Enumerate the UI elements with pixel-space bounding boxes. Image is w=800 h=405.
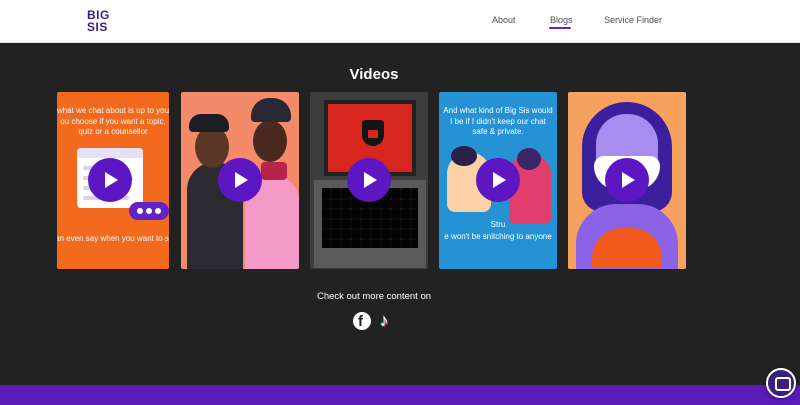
logo-line-2: SIS <box>87 20 108 34</box>
more-content-text: Check out more content on <box>316 291 432 302</box>
footer-bar <box>0 385 800 405</box>
chat-bubble-illustration <box>129 202 169 220</box>
chat-bubble-icon[interactable] <box>766 368 796 398</box>
video-4-caption-top: And what kind of Big Sis would I be if I… <box>443 106 553 136</box>
nav-active-indicator <box>549 27 571 29</box>
video-card-4[interactable]: And what kind of Big Sis would I be if I… <box>439 92 557 269</box>
big-sis-logo[interactable]: BIG SIS <box>87 9 113 33</box>
play-icon[interactable] <box>605 158 649 202</box>
play-icon[interactable] <box>347 158 391 202</box>
play-icon[interactable] <box>476 158 520 202</box>
video-card-1[interactable]: what we chat about is up to you ou choos… <box>57 92 169 269</box>
video-1-caption-top: what we chat about is up to you ou choos… <box>57 106 169 136</box>
nav-about[interactable]: About <box>492 15 516 25</box>
play-icon[interactable] <box>88 158 132 202</box>
video-4-caption-mid: Stru <box>490 220 506 229</box>
videos-heading: Videos <box>349 66 399 83</box>
nav-blogs[interactable]: Blogs <box>550 15 573 25</box>
site-header: BIG SIS About Blogs Service Finder <box>0 0 800 43</box>
nav-service-finder[interactable]: Service Finder <box>604 15 662 25</box>
facebook-icon[interactable]: f <box>353 312 371 330</box>
video-card-2[interactable] <box>181 92 299 269</box>
video-1-caption-bottom: an even say when you want to s <box>57 234 169 243</box>
tiktok-icon[interactable]: ♪ <box>378 311 396 330</box>
play-icon[interactable] <box>218 158 262 202</box>
video-card-3[interactable] <box>310 92 428 269</box>
video-card-5[interactable] <box>568 92 686 269</box>
video-4-caption-bottom: e won't be snitching to anyone <box>444 232 552 241</box>
